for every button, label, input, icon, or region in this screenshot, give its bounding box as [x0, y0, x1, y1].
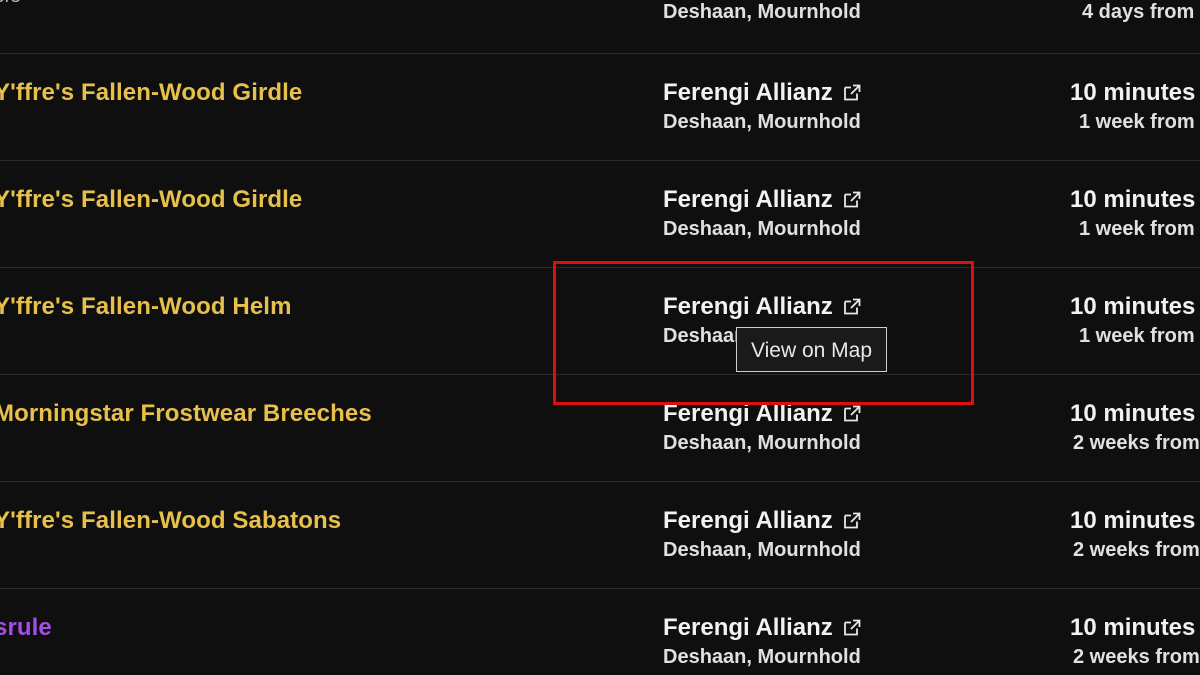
item-name-link[interactable]: Y'ffre's Fallen-Wood Girdle — [0, 186, 302, 214]
time-cell: 10 minutes 1 week from — [1066, 186, 1195, 241]
time-sub-text: 1 week from — [1079, 325, 1195, 347]
time-main-text: 10 minutes — [1070, 79, 1196, 106]
table-row: Y'ffre's Fallen-Wood Helm Ferengi Allian… — [0, 267, 1200, 374]
guild-name: Ferengi Allianz — [663, 400, 833, 427]
location-text: Deshaan, Mournhold — [663, 539, 861, 561]
time-sub-text: 4 days from — [1082, 1, 1195, 23]
guild-name: Ferengi Allianz — [663, 293, 833, 320]
item-name-link[interactable]: Morningstar Frostwear Breeches — [0, 400, 372, 428]
location-text: Deshaan, Mournhold — [663, 218, 861, 240]
time-main-text: 10 minutes — [1070, 507, 1196, 534]
table-row: Y'ffre's Fallen-Wood Sabatons Ferengi Al… — [0, 481, 1200, 588]
time-main-text: 10 minutes — [1070, 614, 1196, 641]
location-text: Deshaan, Mournhold — [663, 646, 861, 668]
item-name-link[interactable]: Y'ffre's Fallen-Wood Girdle — [0, 79, 302, 107]
guild-name: Ferengi Allianz — [663, 186, 833, 213]
time-sub-text: 2 weeks from — [1073, 539, 1200, 561]
guild-cell: Ferengi Allianz Deshaan, Mournhold — [663, 507, 861, 562]
guild-cell: Ferengi Allianz Deshaan, Mournhold — [663, 79, 861, 134]
guild-cell: Ferengi Allianz Deshaan, Mournhold — [663, 186, 861, 241]
listings-table: ers Deshaan, Mournhold 4 days from Y'ffr… — [0, 0, 1200, 675]
time-cell: 10 minutes 1 week from — [1066, 293, 1195, 348]
guild-name: Ferengi Allianz — [663, 507, 833, 534]
time-sub-text: 1 week from — [1079, 111, 1195, 133]
table-row: srule Ferengi Allianz Deshaan, Mournhold… — [0, 588, 1200, 675]
guild-cell: Ferengi Allianz Deshaan, Mournhold — [663, 614, 861, 669]
time-cell: 10 minutes 2 weeks from — [1066, 614, 1200, 669]
time-sub-text: 1 week from — [1079, 218, 1195, 240]
external-link-icon[interactable] — [843, 512, 861, 530]
time-main-text: 10 minutes — [1070, 400, 1196, 427]
location-text: Deshaan, Mournhold — [663, 432, 861, 454]
table-row: Y'ffre's Fallen-Wood Girdle Ferengi Alli… — [0, 160, 1200, 267]
table-row-partial: ers Deshaan, Mournhold 4 days from — [0, 0, 1200, 53]
time-cell: 10 minutes 2 weeks from — [1066, 400, 1200, 455]
item-name-link[interactable]: Y'ffre's Fallen-Wood Helm — [0, 293, 292, 321]
time-cell: 10 minutes 2 weeks from — [1066, 507, 1200, 562]
guild-name: Ferengi Allianz — [663, 79, 833, 106]
item-name-link[interactable]: srule — [0, 614, 52, 642]
item-name-link[interactable]: Y'ffre's Fallen-Wood Sabatons — [0, 507, 341, 535]
external-link-icon[interactable] — [843, 298, 861, 316]
guild-name: Ferengi Allianz — [663, 614, 833, 641]
time-main-text: 10 minutes — [1070, 186, 1196, 213]
guild-cell: Ferengi Allianz Deshaan, Mournhold — [663, 400, 861, 455]
table-row: Morningstar Frostwear Breeches Ferengi A… — [0, 374, 1200, 481]
time-sub-text: 2 weeks from — [1073, 432, 1200, 454]
external-link-icon[interactable] — [843, 84, 861, 102]
item-sub-text: ers — [0, 0, 20, 8]
view-on-map-tooltip: View on Map — [736, 327, 888, 372]
time-main-text: 10 minutes — [1070, 293, 1196, 320]
table-row: Y'ffre's Fallen-Wood Girdle Ferengi Alli… — [0, 53, 1200, 160]
external-link-icon[interactable] — [843, 619, 861, 637]
external-link-icon[interactable] — [843, 191, 861, 209]
time-sub-text: 2 weeks from — [1073, 646, 1200, 668]
location-text: Deshaan, Mournhold — [663, 111, 861, 133]
location-text: Deshaan, Mournhold — [663, 1, 861, 23]
external-link-icon[interactable] — [843, 405, 861, 423]
time-cell: 10 minutes 1 week from — [1066, 79, 1195, 134]
